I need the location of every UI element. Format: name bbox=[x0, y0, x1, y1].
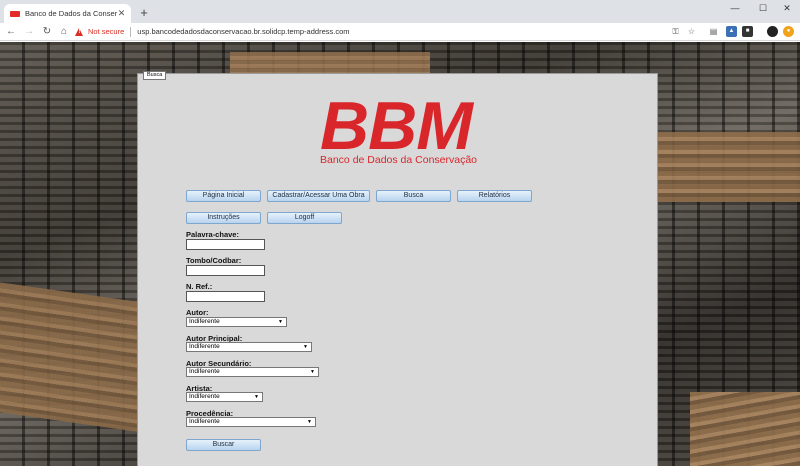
page-viewport: Busca BBM Banco de Dados da Conservação … bbox=[0, 42, 800, 466]
nref-label: N. Ref.: bbox=[186, 282, 213, 291]
register-work-button[interactable]: Cadastrar/Acessar Uma Obra bbox=[267, 190, 370, 202]
tab-close-icon[interactable]: ✕ bbox=[117, 9, 126, 18]
dropdown-arrow-icon: ▼ bbox=[254, 394, 259, 400]
search-panel: Busca BBM Banco de Dados da Conservação … bbox=[137, 71, 658, 466]
site-logo: BBM bbox=[320, 88, 473, 164]
reload-icon[interactable]: ↻ bbox=[40, 24, 54, 39]
background-wood-detail bbox=[0, 282, 137, 432]
address-bar[interactable]: Not secure usp.bancodedadosdaconservacao… bbox=[75, 24, 663, 39]
browser-tab[interactable]: Banco de Dados da Conservação ✕ bbox=[4, 4, 131, 23]
address-separator bbox=[130, 26, 132, 37]
back-icon[interactable]: ← bbox=[4, 24, 18, 39]
dropdown-arrow-icon: ▼ bbox=[278, 319, 283, 325]
keyword-input[interactable] bbox=[186, 239, 265, 250]
logoff-button[interactable]: Logoff bbox=[267, 212, 342, 224]
site-logo-subtitle: Banco de Dados da Conservação bbox=[320, 154, 478, 166]
extension-box-icon[interactable]: ■ bbox=[742, 26, 753, 37]
tombo-label: Tombo/Codbar: bbox=[186, 256, 242, 265]
nref-input[interactable] bbox=[186, 291, 265, 302]
not-secure-warning-icon[interactable] bbox=[75, 27, 84, 36]
buscar-button[interactable]: Buscar bbox=[186, 439, 261, 451]
site-favicon-icon bbox=[10, 10, 20, 17]
procedencia-select[interactable]: Indiferente ▼ bbox=[186, 417, 316, 427]
artista-selected-value: Indiferente bbox=[189, 393, 220, 400]
background-wood-detail bbox=[658, 132, 800, 202]
home-button[interactable]: Página Inicial bbox=[186, 190, 261, 202]
maximize-icon[interactable]: ☐ bbox=[750, 0, 776, 16]
dropdown-arrow-icon: ▼ bbox=[310, 369, 315, 375]
extension-doc-icon[interactable]: ▤ bbox=[708, 26, 719, 37]
autor-principal-selected-value: Indiferente bbox=[189, 343, 220, 350]
key-icon[interactable]: ⚿ bbox=[670, 26, 681, 37]
reports-button[interactable]: Relatórios bbox=[457, 190, 532, 202]
autor-label: Autor: bbox=[186, 308, 209, 317]
tombo-input[interactable] bbox=[186, 265, 265, 276]
new-tab-button[interactable]: + bbox=[137, 6, 151, 20]
extension-circle-icon[interactable] bbox=[767, 26, 778, 37]
window-close-icon[interactable]: ✕ bbox=[774, 0, 800, 16]
url-text[interactable]: usp.bancodedadosdaconservacao.br.solidcp… bbox=[137, 27, 349, 36]
procedencia-selected-value: Indiferente bbox=[189, 418, 220, 425]
profile-avatar[interactable]: ● bbox=[783, 26, 794, 37]
artista-select[interactable]: Indiferente ▼ bbox=[186, 392, 263, 402]
background-wood-detail bbox=[230, 52, 430, 74]
background-wood-detail bbox=[690, 392, 800, 466]
autor-select[interactable]: Indiferente ▼ bbox=[186, 317, 287, 327]
dropdown-arrow-icon: ▼ bbox=[307, 419, 312, 425]
home-icon[interactable]: ⌂ bbox=[57, 24, 71, 39]
breadcrumb: Busca bbox=[143, 71, 167, 80]
browser-toolbar: ← → ↻ ⌂ Not secure usp.bancodedadosdacon… bbox=[0, 23, 800, 41]
autor-secundario-selected-value: Indiferente bbox=[189, 368, 220, 375]
keyword-label: Palavra-chave: bbox=[186, 230, 239, 239]
extension-blue-icon[interactable]: ▲ bbox=[726, 26, 737, 37]
autor-principal-select[interactable]: Indiferente ▼ bbox=[186, 342, 312, 352]
bookmark-star-icon[interactable]: ☆ bbox=[686, 26, 697, 37]
dropdown-arrow-icon: ▼ bbox=[303, 344, 308, 350]
autor-selected-value: Indiferente bbox=[189, 318, 220, 325]
search-nav-button[interactable]: Busca bbox=[376, 190, 451, 202]
forward-icon[interactable]: → bbox=[22, 24, 36, 39]
security-label[interactable]: Not secure bbox=[88, 27, 124, 36]
minimize-icon[interactable]: — bbox=[722, 0, 748, 16]
autor-secundario-select[interactable]: Indiferente ▼ bbox=[186, 367, 319, 377]
browser-tab-strip: Banco de Dados da Conservação ✕ + — ☐ ✕ bbox=[0, 0, 800, 23]
instructions-button[interactable]: Instruções bbox=[186, 212, 261, 224]
tab-title: Banco de Dados da Conservação bbox=[25, 9, 117, 18]
